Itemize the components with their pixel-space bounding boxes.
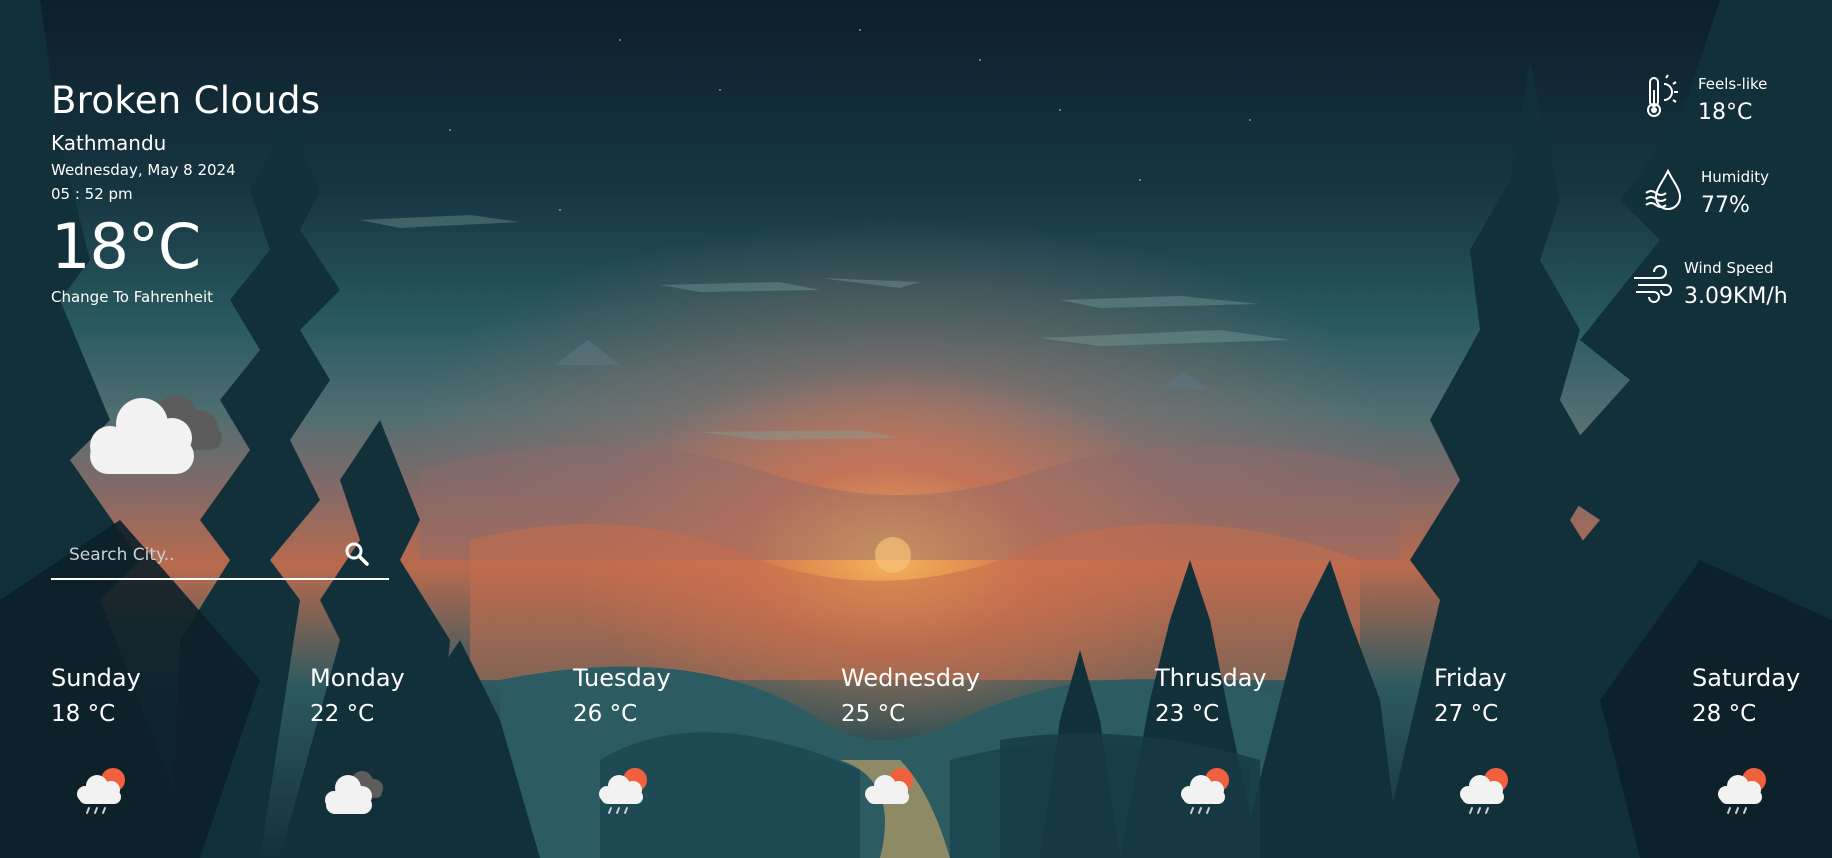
current-temperature: 18°C xyxy=(51,210,201,283)
current-date: Wednesday, May 8 2024 xyxy=(51,161,236,179)
humidity-drop-icon xyxy=(1645,168,1682,210)
sun-cloud-rain-icon xyxy=(599,768,647,814)
forecast-day-name: Saturday xyxy=(1692,664,1801,692)
forecast-day-name: Friday xyxy=(1434,664,1507,692)
current-time: 05 : 52 pm xyxy=(51,185,133,203)
weekly-forecast: Sunday 18 °C Monday 22 °C Tuesday 26 °C … xyxy=(0,660,1832,850)
feels-like-label: Feels-like xyxy=(1698,75,1768,93)
forecast-day: Wednesday 25 °C xyxy=(841,660,980,804)
sun-cloud-icon xyxy=(865,768,913,804)
feels-like-value: 18°C xyxy=(1698,100,1753,125)
search-input[interactable] xyxy=(69,542,339,568)
sun-cloud-rain-icon xyxy=(77,768,125,814)
search-button[interactable] xyxy=(343,540,371,568)
forecast-day-name: Wednesday xyxy=(841,664,980,692)
search-icon xyxy=(345,542,369,566)
forecast-day-temp: 18 °C xyxy=(51,701,116,727)
city-name: Kathmandu xyxy=(51,131,167,155)
wind-speed-value: 3.09KM/h xyxy=(1684,284,1788,309)
forecast-day: Sunday 18 °C xyxy=(51,660,141,814)
forecast-day: Friday 27 °C xyxy=(1434,660,1508,814)
forecast-day-name: Monday xyxy=(310,664,405,692)
sun-cloud-rain-icon xyxy=(1460,768,1508,814)
weather-condition: Broken Clouds xyxy=(51,79,321,122)
sun-cloud-rain-icon xyxy=(1718,768,1766,814)
forecast-day-name: Sunday xyxy=(51,664,141,692)
forecast-day: Monday 22 °C xyxy=(310,660,405,814)
sun-cloud-rain-icon xyxy=(1181,768,1229,814)
wind-icon xyxy=(1634,265,1672,303)
forecast-day-name: Thrusday xyxy=(1155,664,1267,692)
thermometer-sun-icon xyxy=(1647,74,1678,117)
broken-clouds-icon xyxy=(325,771,383,814)
forecast-day-temp: 22 °C xyxy=(310,701,375,727)
current-weather: Broken Clouds Kathmandu Wednesday, May 8… xyxy=(51,78,320,306)
forecast-day-temp: 27 °C xyxy=(1434,701,1499,727)
forecast-day: Tuesday 26 °C xyxy=(573,660,671,814)
humidity-value: 77% xyxy=(1701,193,1750,218)
broken-clouds-icon xyxy=(90,396,222,474)
forecast-day-temp: 26 °C xyxy=(573,701,638,727)
forecast-day: Thrusday 23 °C xyxy=(1155,660,1267,814)
humidity-label: Humidity xyxy=(1701,168,1770,186)
forecast-day-temp: 25 °C xyxy=(841,701,906,727)
change-unit-link[interactable]: Change To Fahrenheit xyxy=(51,288,213,306)
forecast-day-name: Tuesday xyxy=(573,664,671,692)
wind-speed-label: Wind Speed xyxy=(1684,259,1774,277)
forecast-day-temp: 23 °C xyxy=(1155,701,1220,727)
forecast-day-temp: 28 °C xyxy=(1692,701,1757,727)
forecast-day: Saturday 28 °C xyxy=(1692,660,1801,814)
search-bar xyxy=(51,530,389,580)
